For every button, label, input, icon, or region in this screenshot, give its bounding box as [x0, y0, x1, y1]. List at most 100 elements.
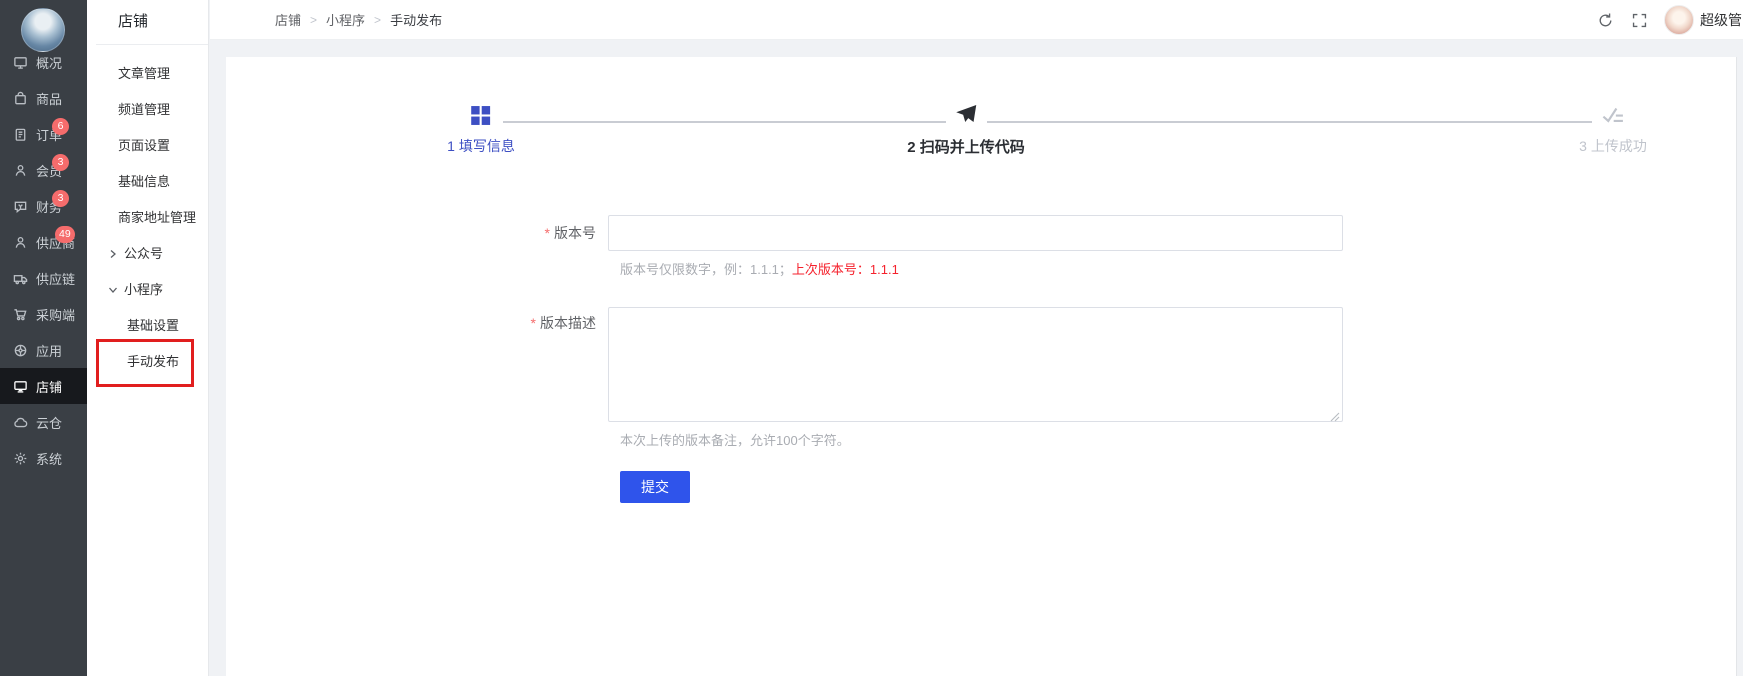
submenu-item-label: 频道管理	[118, 102, 170, 117]
primary-nav: 概况 商品 订单 6 会员 3 财务 3 供应商 49 供应链	[0, 44, 87, 476]
breadcrumb-item-manual-publish: 手动发布	[390, 10, 442, 29]
shop-icon	[13, 379, 28, 394]
sidebar-item-procurement[interactable]: 采购端	[0, 296, 87, 332]
sidebar-item-label: 采购端	[36, 305, 75, 324]
step-scan-upload: 2 扫码并上传代码	[907, 103, 1025, 157]
grid-icon	[447, 103, 515, 127]
finance-count-badge: 3	[52, 190, 69, 207]
content-background: 1 填写信息 2 扫码并上传代码 3 上传成功	[210, 40, 1743, 676]
sidebar-item-members[interactable]: 会员 3	[0, 152, 87, 188]
breadcrumb-item-mini-program[interactable]: 小程序	[326, 10, 365, 29]
breadcrumb-item-shop[interactable]: 店铺	[275, 10, 301, 29]
user-avatar[interactable]	[1664, 5, 1694, 35]
submenu-item-merchant-address[interactable]: 商家地址管理	[87, 200, 208, 236]
version-row: *版本号	[226, 215, 1736, 251]
step-fill-info: 1 填写信息	[447, 103, 515, 156]
supplier-icon	[13, 235, 28, 250]
cloud-icon	[13, 415, 28, 430]
refresh-icon[interactable]	[1597, 12, 1614, 29]
submit-button[interactable]: 提交	[620, 471, 690, 503]
primary-sidebar: 概况 商品 订单 6 会员 3 财务 3 供应商 49 供应链	[0, 0, 87, 676]
submenu-nav: 文章管理 频道管理 页面设置 基础信息 商家地址管理 公众号 小程序 基础设置 …	[87, 45, 208, 380]
submenu-item-label: 文章管理	[118, 66, 170, 81]
manual-publish-form: *版本号 版本号仅限数字，例：1.1.1；上次版本号：1.1.1 *版本描述	[226, 215, 1736, 503]
description-row: *版本描述	[226, 307, 1736, 422]
submenu-title: 店铺	[87, 0, 208, 44]
sidebar-item-label: 系统	[36, 449, 62, 468]
submenu-item-label: 页面设置	[118, 138, 170, 153]
step-connector	[987, 121, 1592, 123]
content-card: 1 填写信息 2 扫码并上传代码 3 上传成功	[226, 57, 1737, 676]
last-version-hint: 上次版本号：1.1.1	[792, 262, 899, 277]
step-upload-success: 3 上传成功	[1579, 103, 1647, 156]
suppliers-count-badge: 49	[55, 226, 75, 243]
publish-stepper: 1 填写信息 2 扫码并上传代码 3 上传成功	[226, 103, 1736, 199]
order-icon	[13, 127, 28, 142]
secondary-sidebar: 店铺 文章管理 频道管理 页面设置 基础信息 商家地址管理 公众号 小程序 基础…	[87, 0, 209, 676]
truck-icon	[13, 271, 28, 286]
member-icon	[13, 163, 28, 178]
sidebar-item-system[interactable]: 系统	[0, 440, 87, 476]
textarea-wrap	[608, 307, 1343, 422]
submenu-item-channel-management[interactable]: 频道管理	[87, 92, 208, 128]
chevron-down-icon	[108, 285, 118, 295]
submenu-item-label: 商家地址管理	[118, 210, 196, 225]
sidebar-item-cloud-warehouse[interactable]: 云仓	[0, 404, 87, 440]
submenu-group-mini-program[interactable]: 小程序	[87, 272, 208, 308]
submenu-item-manual-publish[interactable]: 手动发布	[87, 344, 208, 380]
check-list-icon	[1579, 103, 1647, 127]
submenu-item-label: 小程序	[124, 272, 163, 308]
description-hint: 本次上传的版本备注，允许100个字符。	[620, 430, 1736, 449]
user-name[interactable]: 超级管	[1700, 10, 1743, 30]
finance-icon	[13, 199, 28, 214]
step-label: 3 上传成功	[1579, 136, 1647, 156]
sidebar-item-finance[interactable]: 财务 3	[0, 188, 87, 224]
required-mark: *	[545, 225, 550, 241]
cart-icon	[13, 307, 28, 322]
sidebar-item-label: 应用	[36, 341, 62, 360]
version-input[interactable]	[608, 215, 1343, 251]
sidebar-item-goods[interactable]: 商品	[0, 80, 87, 116]
topbar-actions: 超级管	[1597, 0, 1743, 40]
description-label: *版本描述	[226, 307, 608, 422]
submenu-item-page-settings[interactable]: 页面设置	[87, 128, 208, 164]
fullscreen-icon[interactable]	[1631, 12, 1648, 29]
sidebar-item-shop[interactable]: 店铺	[0, 368, 87, 404]
orders-count-badge: 6	[52, 118, 69, 135]
sidebar-item-label: 云仓	[36, 413, 62, 432]
sidebar-item-label: 供应链	[36, 269, 75, 288]
main-region: 店铺 > 小程序 > 手动发布 超级管 1 填写信息	[210, 0, 1743, 676]
gear-icon	[13, 451, 28, 466]
submenu-item-label: 基础信息	[118, 174, 170, 189]
sidebar-item-supply-chain[interactable]: 供应链	[0, 260, 87, 296]
submenu-item-basic-settings[interactable]: 基础设置	[87, 308, 208, 344]
sidebar-item-label: 商品	[36, 89, 62, 108]
version-label: *版本号	[226, 215, 608, 251]
submenu-item-basic-info[interactable]: 基础信息	[87, 164, 208, 200]
bag-icon	[13, 91, 28, 106]
breadcrumb-separator-icon: >	[310, 13, 317, 27]
paper-plane-icon	[907, 103, 1025, 127]
sidebar-item-orders[interactable]: 订单 6	[0, 116, 87, 152]
breadcrumb-separator-icon: >	[374, 13, 381, 27]
members-count-badge: 3	[52, 154, 69, 171]
version-hint: 版本号仅限数字，例：1.1.1；上次版本号：1.1.1	[620, 259, 1736, 278]
sidebar-item-suppliers[interactable]: 供应商 49	[0, 224, 87, 260]
sidebar-item-apps[interactable]: 应用	[0, 332, 87, 368]
step-label: 1 填写信息	[447, 136, 515, 156]
submenu-item-label: 基础设置	[127, 318, 179, 333]
submenu-item-label: 公众号	[124, 236, 163, 272]
sidebar-item-overview[interactable]: 概况	[0, 44, 87, 80]
apps-icon	[13, 343, 28, 358]
topbar: 店铺 > 小程序 > 手动发布 超级管	[210, 0, 1743, 40]
submenu-item-article-management[interactable]: 文章管理	[87, 56, 208, 92]
step-connector	[503, 121, 946, 123]
breadcrumb: 店铺 > 小程序 > 手动发布	[210, 10, 442, 29]
submenu-group-official-account[interactable]: 公众号	[87, 236, 208, 272]
step-label: 2 扫码并上传代码	[907, 136, 1025, 157]
chevron-right-icon	[108, 249, 118, 259]
description-textarea[interactable]	[608, 307, 1343, 422]
monitor-icon	[13, 55, 28, 70]
sidebar-item-label: 店铺	[36, 377, 62, 396]
submenu-item-label: 手动发布	[127, 354, 179, 369]
